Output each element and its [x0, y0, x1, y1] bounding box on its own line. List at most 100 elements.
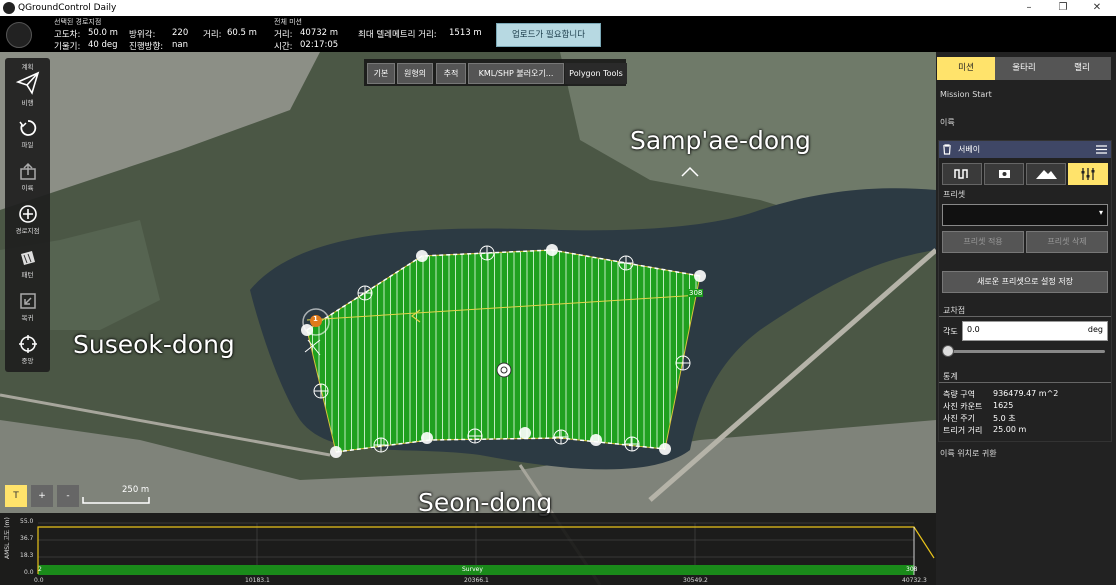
preset-dropdown[interactable]: ▾ [942, 204, 1108, 226]
polygon-vertex-handle[interactable] [330, 446, 342, 458]
polygon-vertex-handle[interactable] [590, 434, 602, 446]
close-button[interactable]: ✕ [1082, 0, 1112, 16]
end-waypoint-label: 308 [688, 289, 704, 297]
kml-import-button[interactable]: KML/SHP 불러오기... [468, 63, 564, 84]
gradient-value: 40 deg [88, 40, 118, 50]
trash-icon[interactable] [942, 144, 952, 155]
crosshair-icon [18, 335, 37, 353]
delete-preset-button[interactable]: 프리셋 삭제 [1026, 231, 1108, 253]
top-status-bar: 선택된 경로지점 고도차: 50.0 m 기울기: 40 deg 방위각: 22… [0, 16, 1116, 52]
fly-button[interactable]: 비행 [5, 70, 50, 107]
angle-slider-handle[interactable] [942, 345, 954, 357]
survey-editor-card: 서베이 프리셋 ▾ 프리셋 적용 프리셋 삭제 새로운 프리셋으로 설정 저장 … [938, 140, 1112, 442]
circular-button[interactable]: 원형의 [397, 63, 433, 84]
maximize-button[interactable]: ❐ [1048, 0, 1078, 16]
mission-start-item[interactable]: Mission Start [940, 90, 992, 99]
return-icon [19, 293, 36, 309]
divider [939, 316, 1111, 317]
polygon-tools-label: Polygon Tools [565, 63, 627, 84]
trace-button[interactable]: 추적 [436, 63, 466, 84]
altitude-profile-panel: 55.0 36.7 18.3 0.0 AMSL 고도 (m) 0.0 10183… [0, 513, 936, 585]
azimuth-label: 방위각: [129, 30, 156, 40]
y-tick: 0.0 [24, 569, 34, 576]
y-tick: 18.3 [20, 552, 34, 559]
angle-input[interactable]: 0.0 deg [962, 321, 1108, 341]
tab-fence[interactable]: 울타리 [995, 57, 1053, 80]
polygon-vertex-handle[interactable] [421, 432, 433, 444]
window-title-bar: QGroundControl Daily – ❐ ✕ [0, 0, 1116, 16]
save-new-preset-button[interactable]: 새로운 프리셋으로 설정 저장 [942, 271, 1108, 293]
stat-trigger-distance-label: 트리거 거리 [943, 426, 983, 435]
profile-end-label: 308 [906, 566, 918, 573]
max-telem-value: 1513 m [449, 28, 482, 38]
waypoint-marker-label: 1 [313, 315, 318, 323]
tab-rally[interactable]: 랠리 [1053, 57, 1111, 80]
map-label-suseok: Suseok-dong [73, 330, 235, 359]
pattern-button[interactable]: 패턴 [5, 248, 50, 279]
left-toolbar: 계획 비행 파일 이륙 경로지점 패턴 복귀 중앙 [5, 58, 50, 372]
survey-pattern-tab[interactable] [942, 163, 982, 185]
plan-edit-toolbar: 기본 원형의 추적 KML/SHP 불러오기... Polygon Tools [364, 59, 627, 86]
upload-required-button[interactable]: 업로드가 필요합니다 [496, 23, 601, 47]
selected-waypoint-header: 선택된 경로지점 [54, 18, 102, 26]
survey-header: 서베이 [939, 141, 1111, 158]
total-mission-header: 전체 미션 [274, 18, 302, 26]
stat-photo-interval-value: 5.0 초 [993, 414, 1016, 423]
distance-value: 60.5 m [227, 28, 257, 38]
polygon-center-drag-icon[interactable] [496, 362, 512, 378]
return-to-launch-item[interactable]: 이륙 위치로 귀환 [940, 448, 997, 459]
heading-label: 진행방향: [129, 42, 164, 52]
stat-photo-count-value: 1625 [993, 401, 1014, 410]
survey-title: 서베이 [958, 145, 981, 154]
apply-preset-button[interactable]: 프리셋 적용 [942, 231, 1024, 253]
scale-text: 250 m [122, 485, 150, 495]
tab-mission[interactable]: 미션 [937, 57, 995, 80]
qgc-logo-icon[interactable] [6, 22, 32, 48]
paper-plane-icon [15, 71, 39, 95]
x-tick: 0.0 [34, 577, 44, 584]
zigzag-pattern-icon [954, 169, 968, 179]
return-button[interactable]: 복귀 [5, 291, 50, 322]
y-tick: 55.0 [20, 518, 34, 525]
minimize-button[interactable]: – [1014, 0, 1044, 16]
takeoff-item[interactable]: 이륙 [940, 117, 955, 128]
center-button[interactable]: 중앙 [5, 334, 50, 365]
zoom-out-button[interactable]: - [57, 485, 79, 507]
angle-slider-track[interactable] [945, 350, 1105, 353]
y-axis-label: AMSL 고도 (m) [4, 517, 11, 559]
app-icon [3, 2, 15, 14]
distance-label: 거리: [203, 30, 222, 40]
gradient-label: 기울기: [54, 42, 81, 52]
alt-diff-label: 고도차: [54, 30, 81, 40]
polygon-vertex-handle[interactable] [546, 244, 558, 256]
takeoff-button[interactable]: 이륙 [5, 161, 50, 192]
max-telem-label: 최대 텔레메트리 거리: [358, 30, 437, 40]
waypoint-button[interactable]: 경로지점 [5, 204, 50, 235]
stat-photo-count-label: 사진 카운트 [943, 402, 983, 411]
heading-value: nan [172, 40, 188, 50]
sync-icon [18, 120, 36, 136]
file-button[interactable]: 파일 [5, 118, 50, 149]
time-label: 시간: [274, 42, 293, 52]
terrain-tab[interactable] [1026, 163, 1066, 185]
stat-survey-area-value: 936479.47 m^2 [993, 389, 1059, 398]
total-distance-value: 40732 m [300, 28, 339, 38]
polygon-vertex-handle[interactable] [519, 427, 531, 439]
altitude-profile-chart [37, 522, 935, 575]
camera-tab[interactable] [984, 163, 1024, 185]
pattern-icon [20, 251, 35, 265]
polygon-vertex-handle[interactable] [659, 443, 671, 455]
camera-icon [999, 170, 1010, 178]
hamburger-menu-icon[interactable] [1096, 145, 1107, 154]
map-view[interactable]: Samp'ae-dong Suseok-dong Seon-dong 1 308… [0, 52, 936, 585]
zoom-in-button[interactable]: + [31, 485, 53, 507]
polygon-vertex-handle[interactable] [416, 250, 428, 262]
polygon-vertex-handle[interactable] [694, 270, 706, 282]
total-distance-label: 거리: [274, 30, 293, 40]
x-tick: 10183.1 [245, 577, 270, 584]
settings-tab[interactable] [1068, 163, 1108, 185]
basic-button[interactable]: 기본 [367, 63, 395, 84]
angle-value: 0.0 [967, 325, 980, 334]
angle-label: 각도 [943, 327, 958, 336]
terrain-toggle-button[interactable]: T [5, 485, 27, 507]
